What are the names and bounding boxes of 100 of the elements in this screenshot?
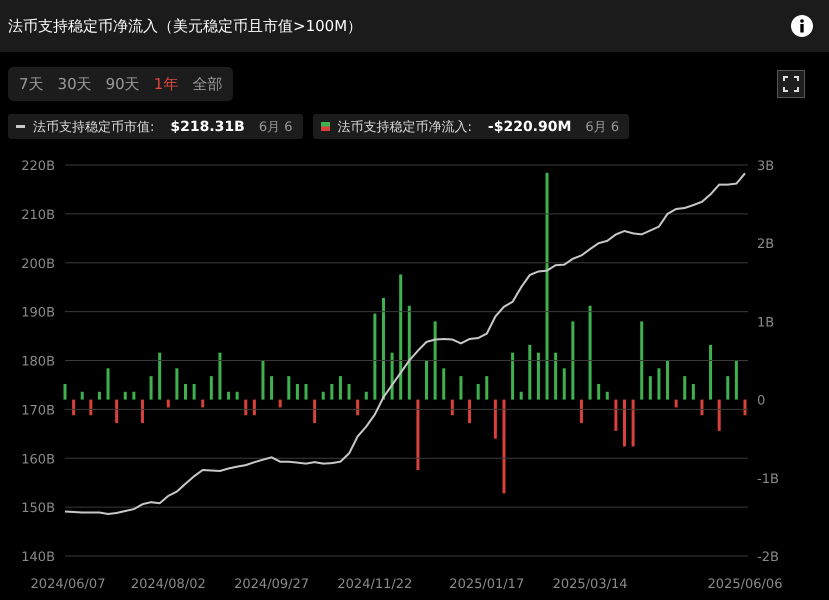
bar [218, 352, 222, 400]
bar [425, 360, 428, 400]
bar [322, 392, 325, 400]
bar [442, 368, 446, 400]
bar [201, 400, 204, 408]
bar [124, 392, 127, 400]
range-tab[interactable]: 全部 [185, 74, 230, 94]
bar [252, 400, 256, 416]
y-axis-label: 3B [757, 159, 774, 174]
bar [364, 392, 368, 400]
x-axis-label: 2024/11/22 [337, 577, 412, 592]
bar [304, 384, 308, 400]
bar [184, 384, 187, 400]
bar [666, 360, 670, 400]
bar [150, 376, 153, 400]
y-axis-label: 150B [21, 501, 55, 516]
bar [692, 384, 695, 400]
bar-legend-icon [320, 122, 330, 131]
x-axis-label: 2025/01/17 [449, 577, 524, 592]
range-tab[interactable]: 1年 [146, 74, 186, 94]
bar [718, 400, 721, 431]
bar [89, 400, 92, 416]
bar [726, 376, 730, 400]
bar [72, 400, 76, 416]
bar [459, 376, 462, 400]
x-axis-label: 2025/03/14 [552, 577, 628, 592]
bar [606, 392, 609, 400]
legend-value: -$220.90M [488, 118, 572, 134]
bar [700, 400, 704, 416]
y-axis-label: 180B [21, 354, 55, 370]
bar [494, 400, 497, 439]
bar [468, 400, 472, 424]
bar [278, 400, 282, 408]
bar [115, 400, 118, 424]
bar [64, 384, 66, 400]
bar [580, 400, 583, 424]
bar [348, 384, 351, 400]
bar [520, 392, 523, 400]
x-axis-label: 2024/09/27 [234, 577, 310, 592]
bar [674, 400, 678, 408]
y-axis-label: -1B [757, 472, 779, 487]
bar [416, 400, 420, 470]
bar [270, 376, 274, 400]
bar [390, 352, 394, 400]
bar [657, 368, 660, 400]
bar [158, 352, 162, 400]
bar [313, 400, 316, 424]
info-icon[interactable] [790, 14, 814, 38]
bar [140, 400, 144, 424]
bar [734, 360, 738, 400]
bar [338, 376, 342, 400]
bar [261, 360, 264, 400]
bar [683, 376, 686, 400]
line-legend-icon [16, 125, 25, 128]
bar [562, 368, 566, 400]
legend-item[interactable]: 法币支持稳定币市值: $218.31B 6月 6 [8, 114, 303, 139]
y-axis-label: -2B [757, 550, 779, 565]
chart-title: 法币支持稳定币净流入（美元稳定币且市值>100M） [8, 16, 362, 36]
legend-date: 6月 6 [585, 118, 620, 136]
legend-label: 法币支持稳定币净流入: [338, 118, 472, 136]
bar [210, 376, 213, 400]
x-axis-label: 2024/08/02 [130, 577, 206, 592]
bar [511, 352, 514, 400]
bar [227, 392, 230, 400]
bar [623, 400, 626, 447]
legend-label: 法币支持稳定币市值: [33, 118, 154, 136]
range-tab[interactable]: 90天 [98, 74, 147, 94]
y-axis-label: 1B [757, 315, 774, 330]
y-axis-label: 140B [21, 550, 55, 565]
y-axis-label: 210B [21, 208, 55, 223]
bar [287, 376, 290, 400]
range-tab[interactable]: 7天 [12, 74, 51, 94]
bar [632, 400, 635, 447]
y-axis-label: 170B [21, 403, 55, 418]
bar [528, 344, 532, 400]
y-axis-label: 220B [21, 159, 55, 174]
bar [106, 368, 110, 400]
bar [536, 352, 540, 400]
bar [597, 384, 600, 400]
y-axis-label: 0 [757, 394, 766, 409]
bar [330, 384, 334, 400]
bar [356, 400, 360, 416]
y-axis-label: 200B [21, 256, 55, 272]
range-tab[interactable]: 30天 [50, 74, 99, 94]
legend-date: 6月 6 [258, 118, 293, 136]
legend-value: $218.31B [170, 118, 245, 134]
bar [296, 384, 299, 400]
bar [192, 384, 196, 400]
bar [450, 400, 454, 416]
bar [175, 368, 178, 400]
y-axis-label: 190B [21, 306, 55, 321]
bar [709, 344, 712, 400]
bar [98, 392, 101, 400]
legend-item[interactable]: 法币支持稳定币净流入: -$220.90M 6月 6 [312, 114, 630, 139]
bar [648, 376, 652, 400]
fullscreen-icon[interactable] [777, 70, 805, 98]
bar [244, 400, 248, 416]
x-axis-label: 2024/06/07 [30, 577, 106, 592]
bar [614, 400, 618, 431]
bar [236, 392, 239, 400]
